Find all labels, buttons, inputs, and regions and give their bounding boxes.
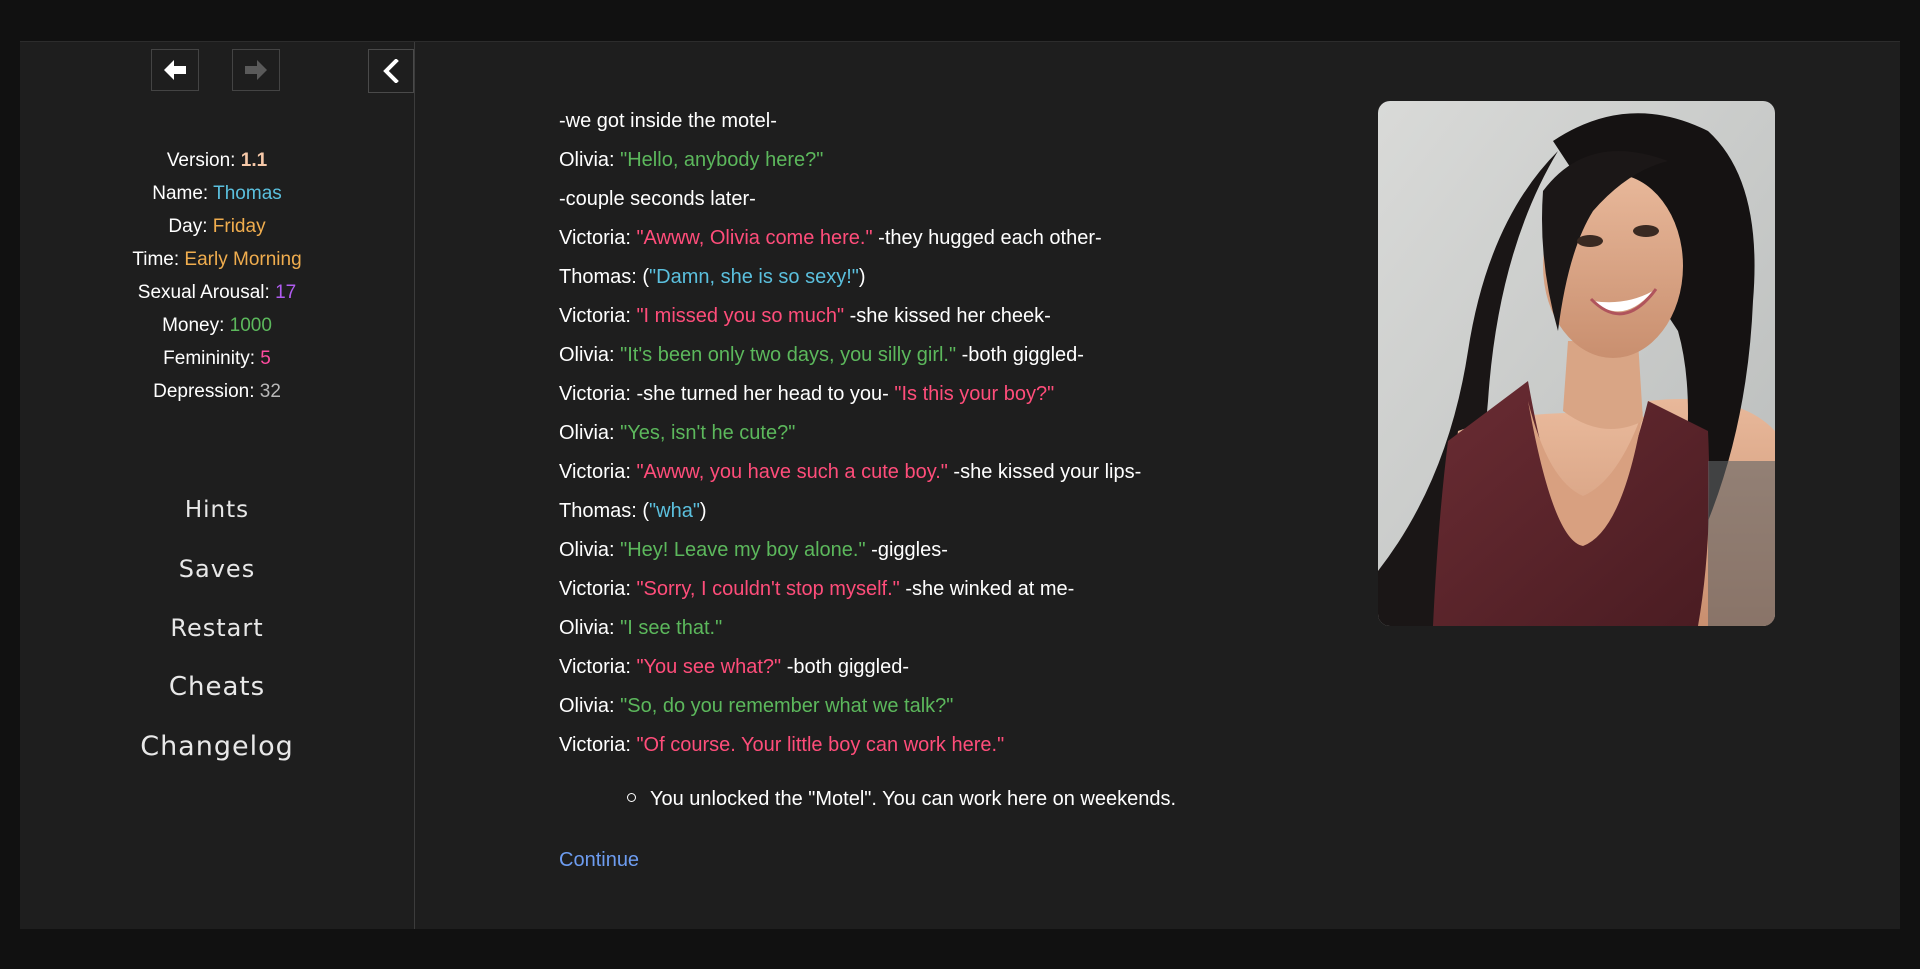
arrow-right-icon <box>243 58 269 82</box>
story-line: Victoria: "Sorry, I couldn't stop myself… <box>559 578 1075 600</box>
game-frame: Version: 1.1 Name: Thomas Day: Friday Ti… <box>20 41 1900 929</box>
stats-panel: Version: 1.1 Name: Thomas Day: Friday Ti… <box>20 144 414 408</box>
menu-cheats[interactable]: Cheats <box>20 660 414 719</box>
menu-saves[interactable]: Saves <box>20 542 414 601</box>
depression-value: 32 <box>259 381 281 402</box>
story-line: Olivia: "It's been only two days, you si… <box>559 344 1084 366</box>
stat-money: Money: 1000 <box>162 315 272 336</box>
story-line: Olivia: "Hello, anybody here?" <box>559 149 824 171</box>
time-value: Early Morning <box>184 249 302 270</box>
stat-sexual-arousal: Sexual Arousal: 17 <box>137 282 297 303</box>
arrow-left-icon <box>162 58 188 82</box>
menu-changelog[interactable]: Changelog <box>20 719 414 778</box>
menu-restart[interactable]: Restart <box>20 601 414 660</box>
story-text: -we got inside the motel- Olivia: "Hello… <box>559 102 1359 765</box>
story-line: Victoria: "Awww, you have such a cute bo… <box>559 461 1142 483</box>
stat-day: Day: Friday <box>168 216 266 237</box>
story-line: Olivia: "So, do you remember what we tal… <box>559 695 954 717</box>
femininity-value: 5 <box>260 348 271 369</box>
arousal-value: 17 <box>275 282 297 303</box>
story-line: Victoria: "I missed you so much" -she ki… <box>559 305 1051 327</box>
story-line: Thomas: ("Damn, she is so sexy!") <box>559 266 866 288</box>
menu-hints[interactable]: Hints <box>20 483 414 542</box>
stat-version: Version: 1.1 <box>166 150 268 171</box>
story-line: -couple seconds later- <box>559 188 756 210</box>
story-line: Olivia: "Hey! Leave my boy alone." -gigg… <box>559 539 948 561</box>
story-line: Victoria: "Of course. Your little boy ca… <box>559 734 1005 756</box>
name-value: Thomas <box>213 183 282 204</box>
sidebar: Version: 1.1 Name: Thomas Day: Friday Ti… <box>20 42 415 929</box>
story-line: Victoria: -she turned her head to you- "… <box>559 383 1055 405</box>
story-line: Thomas: ("wha") <box>559 500 707 522</box>
character-portrait <box>1378 101 1775 626</box>
money-value: 1000 <box>229 315 272 336</box>
stat-depression: Depression: 32 <box>153 381 281 402</box>
story-line: Victoria: "Awww, Olivia come here." -the… <box>559 227 1102 249</box>
story-line: -we got inside the motel- <box>559 110 777 132</box>
stat-femininity: Femininity: 5 <box>163 348 271 369</box>
circle-bullet-icon <box>627 793 636 803</box>
stat-time: Time: Early Morning <box>132 249 302 270</box>
continue-link[interactable]: Continue <box>559 848 639 872</box>
version-value: 1.1 <box>240 150 268 171</box>
story-line: Olivia: "Yes, isn't he cute?" <box>559 422 796 444</box>
stat-name: Name: Thomas <box>152 183 282 204</box>
forward-button[interactable] <box>232 49 280 91</box>
day-value: Friday <box>212 216 266 237</box>
story-line: Olivia: "I see that." <box>559 617 723 639</box>
story-line: Victoria: "You see what?" -both giggled- <box>559 656 910 678</box>
collapse-sidebar-button[interactable] <box>368 49 414 93</box>
sidebar-menu: Hints Saves Restart Cheats Changelog <box>20 483 414 778</box>
back-button[interactable] <box>151 49 199 91</box>
chevron-left-icon <box>382 59 400 83</box>
unlock-notice: You unlocked the "Motel". You can work h… <box>627 787 1176 811</box>
